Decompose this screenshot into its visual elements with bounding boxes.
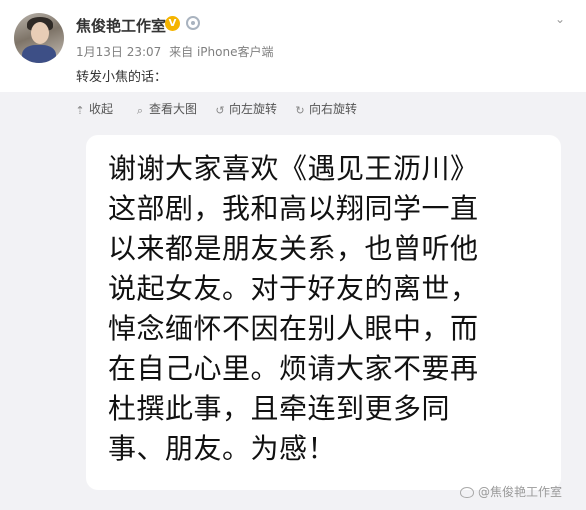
magnifier-icon: ⌕ — [136, 104, 144, 117]
note-text: 谢谢大家喜欢《遇见王沥川》 这部剧，我和高以翔同学一直 以来都是朋友关系，也曾听… — [108, 149, 548, 469]
username-link[interactable]: 焦俊艳工作室 — [76, 15, 166, 36]
avatar[interactable] — [14, 13, 64, 63]
watermark: @焦俊艳工作室 — [460, 483, 562, 500]
avatar-face — [31, 22, 49, 44]
rotate-right-button[interactable]: ↻ 向右旋转 — [294, 100, 357, 117]
rotate-left-label: 向左旋转 — [229, 102, 278, 116]
image-note-card[interactable]: 谢谢大家喜欢《遇见王沥川》 这部剧，我和高以翔同学一直 以来都是朋友关系，也曾听… — [86, 135, 561, 490]
post-header: 焦俊艳工作室 V ⌄ 1月13日 23:07 来自 iPhone客户端 转发小焦… — [0, 0, 586, 92]
weibo-logo-icon — [460, 487, 474, 498]
media-toolbar: ⇡ 收起 ⌕ 查看大图 ↺ 向左旋转 ↻ 向右旋转 — [0, 92, 586, 122]
note-line: 杜撰此事，且牵连到更多同 — [108, 392, 451, 425]
view-large-button[interactable]: ⌕ 查看大图 — [134, 100, 197, 117]
note-line: 在自己心里。烦请大家不要再 — [108, 352, 479, 385]
note-line: 谢谢大家喜欢《遇见王沥川》 — [108, 152, 479, 185]
view-large-label: 查看大图 — [149, 102, 198, 116]
note-line: 这部剧，我和高以翔同学一直 — [108, 192, 479, 225]
media-viewer: ⇡ 收起 ⌕ 查看大图 ↺ 向左旋转 ↻ 向右旋转 谢谢大家喜欢《遇见王沥川》 这部剧，… — [0, 92, 586, 510]
post-source[interactable]: 来自 iPhone客户端 — [169, 45, 273, 59]
post-time[interactable]: 1月13日 23:07 — [76, 45, 161, 59]
rotate-right-label: 向右旋转 — [309, 102, 358, 116]
member-badge-icon[interactable] — [186, 16, 200, 30]
verified-badge-icon: V — [165, 16, 180, 31]
watermark-text: @焦俊艳工作室 — [478, 485, 563, 499]
note-line: 以来都是朋友关系，也曾听他 — [108, 232, 479, 265]
post-meta: 1月13日 23:07 来自 iPhone客户端 — [76, 43, 277, 60]
rotate-right-icon: ↻ — [295, 104, 305, 117]
note-line: 说起女友。对于好友的离世， — [108, 272, 479, 305]
arrow-up-icon: ⇡ — [75, 104, 85, 117]
collapse-label: 收起 — [89, 102, 114, 116]
rotate-left-button[interactable]: ↺ 向左旋转 — [214, 100, 277, 117]
chevron-down-icon[interactable]: ⌄ — [552, 12, 568, 26]
repost-text: 转发小焦的话： — [76, 70, 168, 85]
rotate-left-icon: ↺ — [215, 104, 225, 117]
note-line: 事、朋友。为感！ — [108, 432, 337, 465]
collapse-button[interactable]: ⇡ 收起 — [74, 100, 113, 117]
avatar-shirt — [22, 45, 56, 63]
note-line: 悼念缅怀不因在别人眼中，而 — [108, 312, 479, 345]
